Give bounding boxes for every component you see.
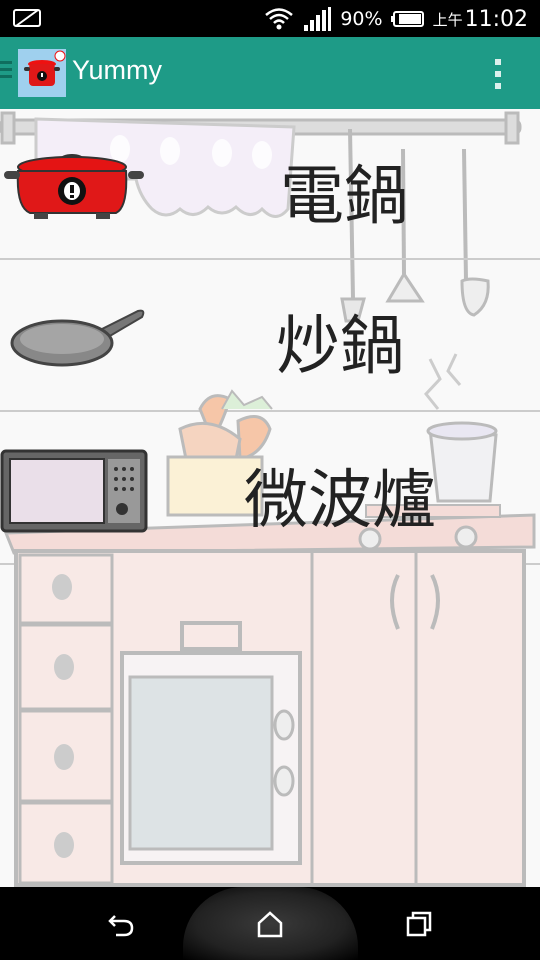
appliance-label-rice-cooker: 電鍋 <box>280 160 408 234</box>
am-pm-indicator: 上午 <box>432 10 463 29</box>
status-bar: 90% 上午 11:02 <box>0 0 540 37</box>
appliance-row-frying-pan[interactable]: 炒鍋 <box>0 261 540 411</box>
navigation-bar <box>0 887 540 960</box>
app-logo-icon[interactable] <box>18 49 66 97</box>
appliance-label-microwave: 微波爐 <box>244 464 436 538</box>
overflow-menu-icon[interactable] <box>488 57 508 91</box>
rice-cooker-icon <box>4 154 144 219</box>
app-bar: Yummy <box>0 37 540 109</box>
drawer-indicator-icon[interactable] <box>0 59 14 81</box>
no-sim-icon <box>13 9 41 27</box>
recent-apps-icon[interactable] <box>404 909 434 939</box>
back-icon[interactable] <box>106 909 136 939</box>
appliance-row-rice-cooker[interactable]: 電鍋 <box>0 109 540 259</box>
battery-icon <box>390 11 424 27</box>
clock: 11:02 <box>464 6 528 32</box>
home-icon[interactable] <box>255 909 285 939</box>
appliance-row-microwave[interactable]: 微波爐 <box>0 413 540 563</box>
battery-percent: 90% <box>340 8 383 30</box>
signal-icon <box>304 7 332 31</box>
kitchen-background: 電鍋 炒鍋 微波爐 <box>0 109 540 887</box>
microwave-icon <box>0 449 148 533</box>
frying-pan-icon <box>10 309 145 367</box>
appliance-label-frying-pan: 炒鍋 <box>276 310 404 384</box>
app-title: Yummy <box>72 55 163 85</box>
wifi-icon <box>265 8 294 30</box>
